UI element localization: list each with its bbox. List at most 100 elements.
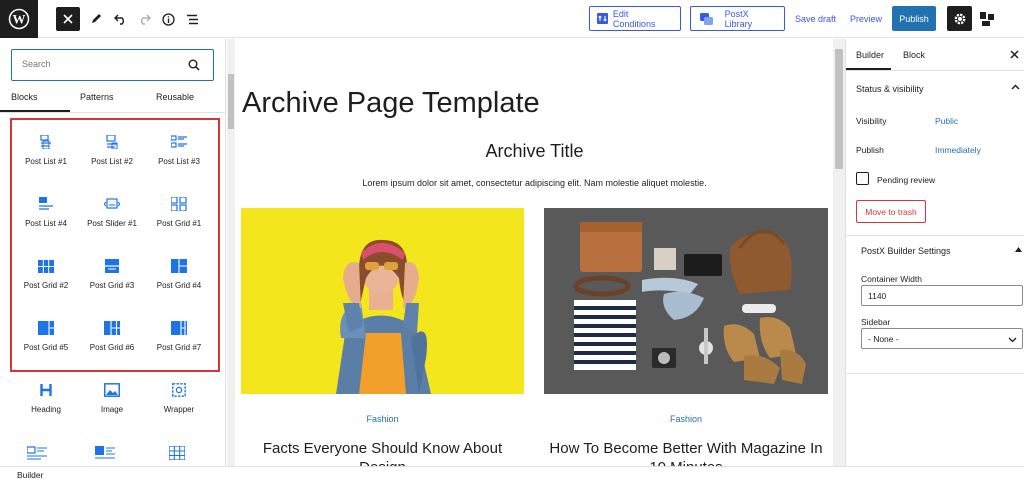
- post-title-2-line2: 10 Minutes: [544, 458, 828, 466]
- table-icon[interactable]: [168, 445, 186, 462]
- container-width-label: Container Width: [861, 274, 922, 284]
- postx-library-button[interactable]: PostX Library: [690, 6, 785, 31]
- post-title-1-line2: Design: [241, 458, 524, 466]
- block-post-grid-2[interactable]: Post Grid #2: [12, 245, 80, 305]
- block-post-grid-1[interactable]: Post Grid #1: [145, 183, 213, 243]
- list-view-icon[interactable]: [180, 7, 204, 31]
- block-label: Post Grid #6: [89, 343, 135, 352]
- block-label: Post List #3: [158, 157, 200, 166]
- publish-label: Publish: [899, 13, 929, 24]
- move-to-trash-button[interactable]: Move to trash: [856, 200, 926, 223]
- post-grid-4-icon: [171, 259, 187, 273]
- publish-value[interactable]: Immediately: [935, 145, 981, 155]
- tab-builder[interactable]: Builder: [856, 50, 884, 60]
- breadcrumb[interactable]: Builder: [17, 470, 43, 480]
- wordpress-logo-icon[interactable]: W: [0, 0, 38, 38]
- block-post-list-1[interactable]: Post List #1: [12, 121, 80, 181]
- block-post-grid-3[interactable]: Post Grid #3: [78, 245, 146, 305]
- block-post-list-3[interactable]: Post List #3: [145, 121, 213, 181]
- sidebar-select[interactable]: - None -: [861, 328, 1023, 349]
- post-category-2[interactable]: Fashion: [544, 414, 828, 424]
- post-module-2-icon[interactable]: [95, 446, 115, 462]
- search-input[interactable]: [22, 59, 172, 69]
- archive-description[interactable]: Lorem ipsum dolor sit amet, consectetur …: [236, 178, 833, 188]
- move-to-trash-label: Move to trash: [865, 206, 917, 217]
- block-heading[interactable]: Heading: [12, 369, 80, 429]
- tabs-divider: [0, 112, 225, 113]
- close-inserter-icon[interactable]: [56, 7, 80, 31]
- postx-sidebar-icon[interactable]: [975, 7, 999, 31]
- tab-patterns[interactable]: Patterns: [80, 92, 114, 102]
- tab-blocks[interactable]: Blocks: [11, 92, 38, 102]
- post-list-1-icon: [38, 135, 54, 149]
- tab-reusable[interactable]: Reusable: [156, 92, 194, 102]
- block-post-slider-1[interactable]: Post Slider #1: [78, 183, 146, 243]
- scrollbar-thumb[interactable]: [835, 49, 843, 169]
- container-width-value: 1140: [868, 290, 887, 301]
- editor-canvas: Archive Page Template Archive Title Lore…: [236, 39, 833, 466]
- post-module-1-icon[interactable]: [26, 446, 47, 462]
- footer-breadcrumb-bar: Builder: [0, 466, 1024, 481]
- status-visibility-title[interactable]: Status & visibility: [856, 84, 924, 94]
- block-post-grid-7[interactable]: Post Grid #7: [145, 307, 213, 367]
- divider: [846, 70, 1024, 71]
- tab-block[interactable]: Block: [903, 50, 925, 60]
- inserter-scrollbar[interactable]: [227, 39, 235, 466]
- top-toolbar: W Edit Conditions PostX Library Save dra…: [0, 0, 1024, 38]
- publish-button[interactable]: Publish: [892, 6, 936, 31]
- block-post-grid-5[interactable]: Post Grid #5: [12, 307, 80, 367]
- wrapper-icon: [171, 383, 187, 397]
- page-title[interactable]: Archive Page Template: [242, 87, 540, 120]
- post-grid-6-icon: [104, 321, 120, 335]
- edit-conditions-button[interactable]: Edit Conditions: [589, 6, 681, 31]
- post-grid-1-icon: [171, 197, 187, 211]
- post-grid-3-icon: [104, 259, 120, 273]
- block-label: Post Grid #3: [89, 281, 135, 290]
- caret-up-icon[interactable]: [1015, 247, 1022, 252]
- post-title-2[interactable]: How To Become Better With Magazine In 10…: [544, 439, 828, 466]
- pending-review-checkbox[interactable]: [856, 172, 869, 185]
- undo-icon[interactable]: [108, 7, 132, 31]
- block-wrapper[interactable]: Wrapper: [145, 369, 213, 429]
- chevron-up-icon[interactable]: [1011, 84, 1020, 90]
- block-post-grid-6[interactable]: Post Grid #6: [78, 307, 146, 367]
- postx-settings-title[interactable]: PostX Builder Settings: [861, 246, 951, 256]
- block-post-grid-4[interactable]: Post Grid #4: [145, 245, 213, 305]
- block-post-list-2[interactable]: Post List #2: [78, 121, 146, 181]
- settings-gear-icon[interactable]: [947, 6, 972, 31]
- block-label: Heading: [31, 405, 61, 414]
- block-post-list-4[interactable]: Post List #4: [12, 183, 80, 243]
- block-image[interactable]: Image: [78, 369, 146, 429]
- post-title-1[interactable]: Facts Everyone Should Know About Design: [241, 439, 524, 466]
- scrollbar-thumb[interactable]: [228, 74, 234, 129]
- pencil-icon[interactable]: [84, 7, 108, 31]
- visibility-value[interactable]: Public: [935, 116, 958, 126]
- pending-review-label: Pending review: [877, 175, 936, 185]
- post-category-1[interactable]: Fashion: [241, 414, 524, 424]
- block-label: Post List #2: [91, 157, 133, 166]
- container-width-input[interactable]: 1140: [861, 285, 1023, 306]
- image-icon: [104, 383, 120, 397]
- post-grid-5-icon: [38, 321, 54, 335]
- block-label: Post Grid #7: [156, 343, 202, 352]
- block-label: Post Grid #5: [23, 343, 69, 352]
- svg-text:W: W: [13, 12, 26, 27]
- post-image-flatlay[interactable]: [544, 208, 828, 394]
- save-draft-button[interactable]: Save draft: [795, 14, 836, 24]
- canvas-scrollbar[interactable]: [833, 39, 845, 466]
- sidebar-select-value: - None -: [868, 333, 899, 344]
- visibility-label: Visibility: [856, 116, 887, 126]
- block-label: Post Grid #1: [156, 219, 202, 228]
- archive-title[interactable]: Archive Title: [236, 141, 833, 162]
- search-icon: [188, 59, 200, 71]
- redo-icon[interactable]: [132, 7, 156, 31]
- post-image-fashion-woman[interactable]: [241, 208, 524, 394]
- postx-library-icon: [700, 12, 713, 25]
- divider: [846, 235, 1024, 236]
- settings-sidebar: Builder Block Status & visibility Visibi…: [845, 39, 1024, 466]
- info-icon[interactable]: [156, 7, 180, 31]
- close-sidebar-icon[interactable]: [1010, 50, 1019, 59]
- post-list-2-icon: [104, 135, 120, 149]
- search-field[interactable]: [11, 49, 214, 81]
- preview-button[interactable]: Preview: [850, 14, 882, 24]
